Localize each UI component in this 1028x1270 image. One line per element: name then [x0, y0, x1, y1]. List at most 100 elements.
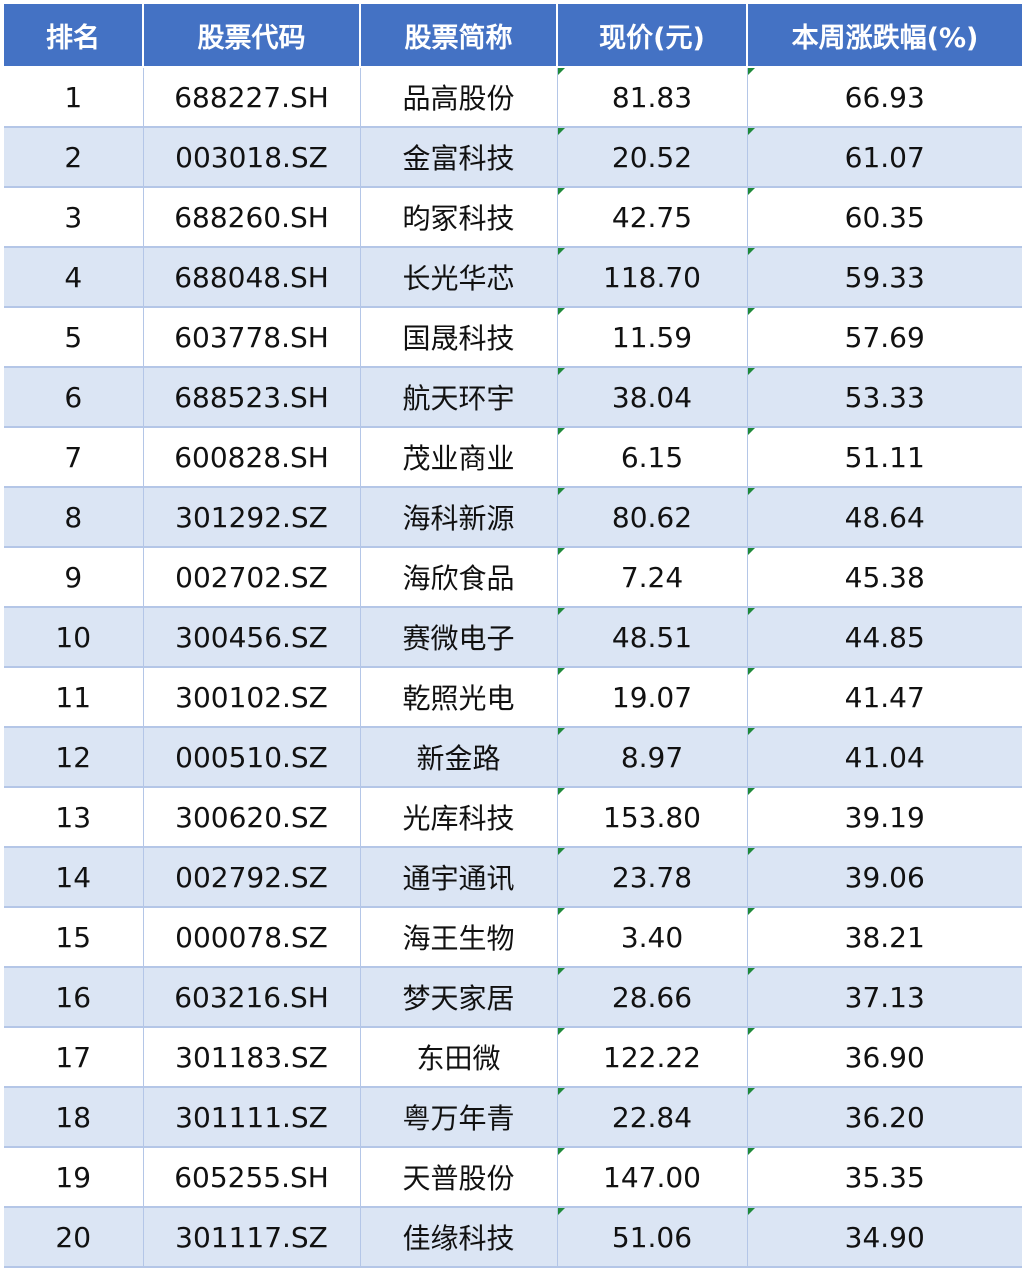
- stock-code-cell: 688227.SH: [143, 67, 361, 128]
- weekly-change-cell: 53.33: [747, 367, 1022, 428]
- table-row: 4 688048.SH 长光华芯 118.70 59.33: [4, 247, 1022, 308]
- table-row: 19 605255.SH 天普股份 147.00 35.35: [4, 1147, 1022, 1208]
- stock-name-cell: 粤万年青: [360, 1087, 558, 1148]
- rank-cell: 1: [4, 67, 144, 128]
- stock-name-cell: 海王生物: [360, 907, 558, 968]
- price-cell: 23.78: [557, 847, 748, 908]
- stock-code-cell: 603216.SH: [143, 967, 361, 1028]
- stock-name-cell: 长光华芯: [360, 247, 558, 308]
- stock-name-cell: 梦天家居: [360, 967, 558, 1028]
- weekly-change-cell: 44.85: [747, 607, 1022, 668]
- table-row: 13 300620.SZ 光库科技 153.80 39.19: [4, 787, 1022, 848]
- stock-name-cell: 国晟科技: [360, 307, 558, 368]
- weekly-change-cell: 36.20: [747, 1087, 1022, 1148]
- stock-code-cell: 301111.SZ: [143, 1087, 361, 1148]
- stock-name-cell: 品高股份: [360, 67, 558, 128]
- table-row: 5 603778.SH 国晟科技 11.59 57.69: [4, 307, 1022, 368]
- stock-name-cell: 金富科技: [360, 127, 558, 188]
- rank-cell: 2: [4, 127, 144, 188]
- rank-cell: 7: [4, 427, 144, 488]
- weekly-change-cell: 66.93: [747, 67, 1022, 128]
- weekly-change-cell: 51.11: [747, 427, 1022, 488]
- stock-name-cell: 昀冢科技: [360, 187, 558, 248]
- stock-name-cell: 海欣食品: [360, 547, 558, 608]
- weekly-change-cell: 34.90: [747, 1207, 1022, 1268]
- stock-table-sheet: 排名 股票代码 股票简称 现价(元) 本周涨跌幅(%) 1 688227.SH 品高…: [4, 4, 1022, 1268]
- weekly-change-cell: 37.13: [747, 967, 1022, 1028]
- stock-name-cell: 光库科技: [360, 787, 558, 848]
- stock-code-cell: 300620.SZ: [143, 787, 361, 848]
- stock-code-cell: 300456.SZ: [143, 607, 361, 668]
- stock-name-cell: 航天环宇: [360, 367, 558, 428]
- table-row: 11 300102.SZ 乾照光电 19.07 41.47: [4, 667, 1022, 728]
- price-cell: 3.40: [557, 907, 748, 968]
- rank-cell: 10: [4, 607, 144, 668]
- stock-code-cell: 605255.SH: [143, 1147, 361, 1208]
- rank-cell: 16: [4, 967, 144, 1028]
- header-rank: 排名: [4, 4, 144, 68]
- weekly-gainers-table: 排名 股票代码 股票简称 现价(元) 本周涨跌幅(%) 1 688227.SH 品高…: [4, 4, 1022, 1268]
- stock-name-cell: 东田微: [360, 1027, 558, 1088]
- stock-code-cell: 688260.SH: [143, 187, 361, 248]
- header-price: 现价(元): [557, 4, 748, 68]
- weekly-change-cell: 41.04: [747, 727, 1022, 788]
- weekly-change-cell: 38.21: [747, 907, 1022, 968]
- price-cell: 22.84: [557, 1087, 748, 1148]
- stock-code-cell: 301117.SZ: [143, 1207, 361, 1268]
- weekly-change-cell: 36.90: [747, 1027, 1022, 1088]
- price-cell: 81.83: [557, 67, 748, 128]
- header-weekly-change: 本周涨跌幅(%): [747, 4, 1022, 68]
- rank-cell: 18: [4, 1087, 144, 1148]
- rank-cell: 14: [4, 847, 144, 908]
- weekly-change-cell: 39.06: [747, 847, 1022, 908]
- stock-code-cell: 603778.SH: [143, 307, 361, 368]
- price-cell: 28.66: [557, 967, 748, 1028]
- table-row: 15 000078.SZ 海王生物 3.40 38.21: [4, 907, 1022, 968]
- rank-cell: 20: [4, 1207, 144, 1268]
- weekly-change-cell: 60.35: [747, 187, 1022, 248]
- table-row: 17 301183.SZ 东田微 122.22 36.90: [4, 1027, 1022, 1088]
- weekly-change-cell: 41.47: [747, 667, 1022, 728]
- stock-name-cell: 海科新源: [360, 487, 558, 548]
- stock-code-cell: 688523.SH: [143, 367, 361, 428]
- stock-name-cell: 佳缘科技: [360, 1207, 558, 1268]
- table-row: 8 301292.SZ 海科新源 80.62 48.64: [4, 487, 1022, 548]
- rank-cell: 15: [4, 907, 144, 968]
- stock-code-cell: 002702.SZ: [143, 547, 361, 608]
- table-body: 1 688227.SH 品高股份 81.83 66.93 2 003018.SZ 金富科技 20…: [4, 67, 1022, 1268]
- stock-code-cell: 301183.SZ: [143, 1027, 361, 1088]
- rank-cell: 19: [4, 1147, 144, 1208]
- weekly-change-cell: 61.07: [747, 127, 1022, 188]
- price-cell: 8.97: [557, 727, 748, 788]
- rank-cell: 13: [4, 787, 144, 848]
- price-cell: 122.22: [557, 1027, 748, 1088]
- price-cell: 48.51: [557, 607, 748, 668]
- table-row: 9 002702.SZ 海欣食品 7.24 45.38: [4, 547, 1022, 608]
- table-row: 18 301111.SZ 粤万年青 22.84 36.20: [4, 1087, 1022, 1148]
- stock-code-cell: 000510.SZ: [143, 727, 361, 788]
- weekly-change-cell: 59.33: [747, 247, 1022, 308]
- price-cell: 20.52: [557, 127, 748, 188]
- stock-code-cell: 600828.SH: [143, 427, 361, 488]
- price-cell: 11.59: [557, 307, 748, 368]
- table-row: 3 688260.SH 昀冢科技 42.75 60.35: [4, 187, 1022, 248]
- weekly-change-cell: 57.69: [747, 307, 1022, 368]
- rank-cell: 12: [4, 727, 144, 788]
- table-header: 排名 股票代码 股票简称 现价(元) 本周涨跌幅(%): [4, 4, 1022, 68]
- price-cell: 6.15: [557, 427, 748, 488]
- table-row: 20 301117.SZ 佳缘科技 51.06 34.90: [4, 1207, 1022, 1268]
- stock-name-cell: 天普股份: [360, 1147, 558, 1208]
- table-row: 10 300456.SZ 赛微电子 48.51 44.85: [4, 607, 1022, 668]
- price-cell: 80.62: [557, 487, 748, 548]
- table-row: 16 603216.SH 梦天家居 28.66 37.13: [4, 967, 1022, 1028]
- weekly-change-cell: 48.64: [747, 487, 1022, 548]
- rank-cell: 17: [4, 1027, 144, 1088]
- price-cell: 19.07: [557, 667, 748, 728]
- price-cell: 147.00: [557, 1147, 748, 1208]
- header-stock-code: 股票代码: [143, 4, 361, 68]
- rank-cell: 4: [4, 247, 144, 308]
- rank-cell: 8: [4, 487, 144, 548]
- stock-name-cell: 通宇通讯: [360, 847, 558, 908]
- header-row: 排名 股票代码 股票简称 现价(元) 本周涨跌幅(%): [4, 4, 1022, 68]
- stock-code-cell: 301292.SZ: [143, 487, 361, 548]
